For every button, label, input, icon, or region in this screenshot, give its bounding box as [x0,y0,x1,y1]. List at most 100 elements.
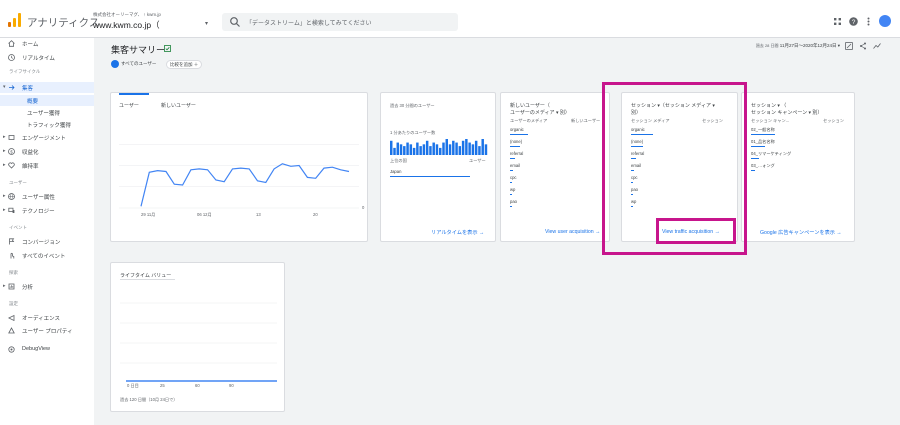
app-name: アナリティクス [27,17,100,29]
card-title[interactable]: セッション ▾ （ [751,102,786,109]
property-dropdown-icon[interactable]: ▾ [205,20,208,27]
realtime-bar [439,147,442,155]
nav-label: 維持率 [22,164,39,170]
col-users: ユーザー [469,158,486,163]
country-row: Japan [390,169,402,174]
section-settings: 設定 [9,301,18,306]
section-user: ユーザー [9,180,27,185]
realtime-bar [442,142,445,155]
nav-realtime[interactable]: リアルタイム [0,52,94,63]
touch-icon [10,252,15,259]
nav-acq-overview[interactable]: 概要 [0,95,94,106]
share-icon[interactable] [859,42,867,50]
all-users-chip[interactable]: すべてのユーザー [111,60,159,69]
devices-icon [8,207,15,213]
account-avatar[interactable] [879,15,891,27]
check-badge-icon[interactable] [164,45,171,52]
nav-debugview[interactable]: DebugView [0,344,94,355]
card-title-dim[interactable]: セッション キャンペーン ▾ 別） [751,109,822,116]
x-tick-label: 20 [313,212,318,217]
realtime-bar [478,146,481,155]
table-row-label: 03_…ォング [751,163,775,168]
search-box[interactable]: 「データストリーム」と検索してみてください [222,13,458,31]
nav-conversions[interactable]: コンバージョン [0,236,94,247]
realtime-bar [474,140,478,155]
table-row-label: referral [510,151,524,156]
realtime-bar [406,142,409,155]
table-row-bar [510,182,512,183]
nav-label: テクノロジー [22,209,55,215]
table-row-bar [510,170,513,171]
nav-acquisition[interactable]: ▾ 集客 [0,82,94,93]
date-range: 11月27日〜2020年12月24日 ▾ [779,43,840,48]
table-row-bar [751,146,765,147]
flag-icon [9,238,15,245]
nav-analysis[interactable]: ▸ 分析 [0,281,94,292]
search-placeholder: 「データストリーム」と検索してみてください [246,21,372,27]
svg-text:?: ? [852,19,856,26]
table-row-bar [510,134,528,135]
nav-monetization[interactable]: ▸ $ 収益化 [0,146,94,157]
realtime-bar [422,144,426,155]
card-title-dim[interactable]: ユーザーのメディア ▾ 別） [510,109,570,116]
main-content: 集客サマリー すべてのユーザー 比較を追加 ＋ 過去 28 日間 11月27日〜… [94,38,900,425]
nav-label: リアルタイム [22,56,55,62]
view-realtime-link[interactable]: リアルタイムを表示 → [431,229,484,236]
realtime-bar [455,142,458,155]
edit-report-icon[interactable] [845,42,853,50]
analytics-logo-icon[interactable] [8,13,22,27]
insights-icon[interactable] [873,42,881,50]
retention-icon [8,162,15,169]
section-explore: 探索 [9,270,18,275]
expand-icon: ▸ [3,162,6,168]
table-row-bar [751,170,755,171]
table-row-label: pao [510,199,517,204]
property-name[interactable]: www.kwm.co.jp（ [93,19,160,31]
nav-label: 収益化 [22,150,39,156]
users-card: ユーザー 新しいユーザー 29 11月 06 12月 13 20 0 [110,92,368,242]
view-google-ads-campaigns-link[interactable]: Google 広告キャンペーンを表示 → [760,229,842,236]
nav-user-properties[interactable]: ユーザー プロパティ [0,325,94,336]
table-row-bar [510,158,515,159]
nav-engagement[interactable]: ▸ エンゲージメント [0,132,94,143]
date-range-picker[interactable]: 過去 28 日間 11月27日〜2020年12月24日 ▾ [756,43,840,49]
nav-label: DebugView [22,346,51,352]
x-tick-label: 0 日目 [127,383,139,388]
help-icon[interactable]: ? [849,17,858,26]
nav-demographics[interactable]: ▸ ユーザー属性 [0,191,94,202]
account-path[interactable]: 株式会社オーリーマグ、 ↑ kwm.jp [93,12,161,18]
table-row-bar [510,194,512,195]
nav-label: オーディエンス [22,316,61,322]
table-row-bar [510,206,512,207]
x-tick-label: 13 [256,212,261,217]
section-lifecycle: ライフサイクル [9,69,41,74]
col-new-users: 新しいユーザー [571,118,601,123]
nav-user-acquisition[interactable]: ユーザー獲得 [0,107,94,118]
nav-traffic-acquisition[interactable]: トラフィック獲得 [0,119,94,130]
nav-home[interactable]: ホーム [0,38,94,49]
left-nav: ホーム リアルタイム ライフサイクル ▾ 集客 概要 ユーザー獲得 トラフィック獲… [0,38,94,425]
nav-retention[interactable]: ▸ 維持率 [0,160,94,171]
realtime-bar [419,146,422,155]
realtime-bar [429,146,432,155]
more-vert-icon[interactable] [864,17,873,26]
users-series-line [140,163,350,207]
date-prefix: 過去 28 日間 [755,43,779,48]
realtime-bar-chart [390,139,488,155]
apps-grid-icon[interactable] [833,17,842,26]
realtime-bar [432,142,435,155]
new-users-card: 新しいユーザー（ ユーザーのメディア ▾ 別） ユーザーのメディア 新しいユーザ… [500,92,610,242]
nav-all-events[interactable]: すべてのイベント [0,250,94,261]
nav-audiences[interactable]: オーディエンス [0,312,94,323]
table-row-label: email [510,163,521,168]
view-user-acquisition-link[interactable]: View user acquisition → [545,229,600,235]
realtime-bar [390,140,393,155]
ltv-footer: 過去 120 日間（10月 24日で） [120,397,178,402]
nav-technology[interactable]: ▸ テクノロジー [0,205,94,216]
realtime-bar [399,144,403,155]
realtime-bar [465,139,468,155]
add-comparison-chip[interactable]: 比較を追加 ＋ [166,60,203,69]
expand-icon: ▾ [3,84,6,90]
x-tick-label: 90 [229,383,234,388]
acquisition-icon [9,85,15,90]
